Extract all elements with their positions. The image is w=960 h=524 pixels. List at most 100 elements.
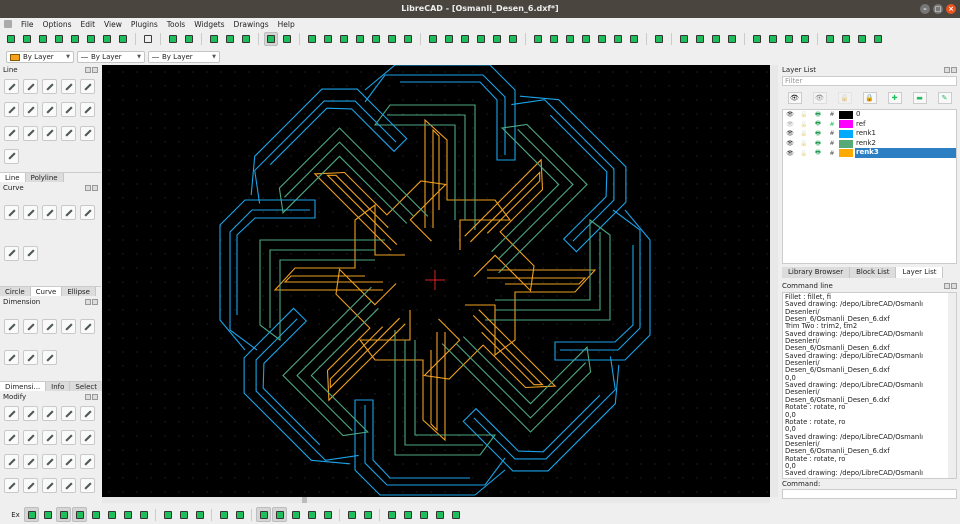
create-block-icon[interactable] bbox=[239, 32, 253, 46]
renk3-polyline[interactable] bbox=[423, 309, 557, 389]
block-icon[interactable] bbox=[223, 32, 237, 46]
view-3-icon[interactable] bbox=[288, 507, 303, 522]
float-icon[interactable] bbox=[85, 393, 91, 400]
arc-3points-button[interactable] bbox=[23, 205, 38, 220]
dim-angular-button[interactable] bbox=[23, 350, 38, 365]
command-history-scrollbar[interactable] bbox=[948, 293, 956, 478]
float-icon[interactable] bbox=[944, 282, 950, 289]
renk1-polyline[interactable] bbox=[364, 64, 516, 161]
tab-layer-list[interactable]: Layer List bbox=[896, 267, 944, 278]
snap-center-icon[interactable] bbox=[88, 507, 103, 522]
block-insert-icon[interactable] bbox=[432, 507, 447, 522]
renk2-polyline[interactable] bbox=[278, 127, 429, 224]
tab-library-browser[interactable]: Library Browser bbox=[782, 267, 851, 278]
linewidth-select[interactable]: By Layer ▼ bbox=[148, 51, 220, 63]
relative-zero-icon[interactable] bbox=[216, 507, 231, 522]
offset-button[interactable] bbox=[42, 454, 57, 469]
select-icon[interactable] bbox=[141, 32, 155, 46]
renk1-polyline[interactable] bbox=[473, 356, 616, 460]
freehand-button[interactable] bbox=[23, 245, 38, 261]
dimension-horizontal-icon[interactable] bbox=[709, 32, 723, 46]
print-icon[interactable]: 🖶 bbox=[811, 110, 825, 120]
dimension-aligned-icon[interactable] bbox=[693, 32, 707, 46]
mirror-button[interactable] bbox=[61, 406, 76, 421]
restrict-orthogonal-icon[interactable] bbox=[192, 507, 207, 522]
new-icon[interactable] bbox=[4, 32, 18, 46]
horizontal-scrollbar[interactable] bbox=[102, 497, 770, 503]
renk3-polyline[interactable] bbox=[430, 332, 438, 432]
trim-two-button[interactable] bbox=[61, 430, 76, 445]
close-icon[interactable] bbox=[92, 298, 98, 305]
menu-view[interactable]: View bbox=[104, 20, 122, 29]
save-as-icon[interactable] bbox=[68, 32, 82, 46]
insert-block-icon[interactable] bbox=[207, 32, 221, 46]
edit-layer-button[interactable]: ✎ bbox=[937, 92, 952, 104]
move-button[interactable] bbox=[4, 406, 19, 421]
ellipse-arc-button[interactable] bbox=[80, 205, 95, 220]
dimension-linear-icon[interactable] bbox=[677, 32, 691, 46]
drawing-canvas[interactable] bbox=[102, 64, 770, 497]
scroll-thumb[interactable] bbox=[302, 497, 307, 503]
open-icon[interactable] bbox=[36, 32, 50, 46]
menu-tools[interactable]: Tools bbox=[167, 20, 185, 29]
float-icon[interactable] bbox=[85, 66, 91, 73]
line-relative-angle-button[interactable] bbox=[80, 102, 95, 118]
point-icon[interactable] bbox=[448, 507, 463, 522]
print-icon[interactable]: 🖶 bbox=[811, 119, 825, 129]
dim-leader-button[interactable] bbox=[42, 350, 57, 365]
layer-row[interactable]: 👁 🔒 🖶 # ref bbox=[783, 120, 956, 130]
add-layer-button[interactable]: ✚ bbox=[887, 92, 902, 104]
tab-curve[interactable]: Curve bbox=[30, 287, 63, 296]
lock-relative-zero-icon[interactable] bbox=[652, 32, 666, 46]
print-icon[interactable]: 🖶 bbox=[811, 148, 825, 158]
line-tangent-circle-button[interactable] bbox=[4, 125, 19, 141]
snap-grid-icon[interactable] bbox=[442, 32, 456, 46]
eye-icon[interactable]: 👁 bbox=[783, 140, 797, 147]
renk3-polyline[interactable] bbox=[432, 128, 440, 228]
text-icon[interactable] bbox=[384, 507, 399, 522]
renk3-polyline[interactable] bbox=[326, 268, 406, 402]
draft-icon[interactable] bbox=[280, 32, 294, 46]
spline-button[interactable] bbox=[4, 245, 19, 261]
modify-rotate-icon[interactable] bbox=[839, 32, 853, 46]
eye-icon[interactable]: 👁 bbox=[783, 111, 797, 118]
dim-aligned-button[interactable] bbox=[4, 319, 19, 334]
scale-button[interactable] bbox=[42, 406, 57, 421]
renk1-polyline[interactable] bbox=[219, 199, 316, 351]
print-preview-icon[interactable] bbox=[116, 32, 130, 46]
snap-middle-icon[interactable] bbox=[104, 507, 119, 522]
renk1-polyline[interactable] bbox=[254, 100, 397, 204]
modify-scale-icon[interactable] bbox=[855, 32, 869, 46]
dimension-leader-icon[interactable] bbox=[750, 32, 764, 46]
line-2points-button[interactable] bbox=[4, 79, 19, 94]
show-all-layers-button[interactable]: 👁 bbox=[787, 92, 802, 104]
entity-text-button[interactable] bbox=[80, 478, 95, 493]
trim-button[interactable] bbox=[42, 430, 57, 445]
line-parallel-button[interactable] bbox=[23, 102, 38, 118]
zoom-out-icon[interactable] bbox=[337, 32, 351, 46]
polygon-2-corners-button[interactable] bbox=[4, 148, 19, 164]
minimize-button[interactable]: – bbox=[920, 4, 930, 14]
view-5-icon[interactable] bbox=[320, 507, 335, 522]
line-horizontal-button[interactable] bbox=[42, 79, 57, 94]
renk1-polyline[interactable] bbox=[462, 364, 620, 472]
lock-all-button[interactable]: 🔒 bbox=[862, 92, 877, 104]
line-vertical-button[interactable] bbox=[61, 79, 76, 94]
renk2-polyline[interactable] bbox=[498, 129, 574, 260]
tab-dimensi[interactable]: Dimensi... bbox=[0, 382, 47, 391]
polygon-center-corner-button[interactable] bbox=[61, 125, 76, 141]
dimension-angular-icon[interactable] bbox=[766, 32, 780, 46]
layer-filter-input[interactable]: Filter bbox=[782, 76, 957, 86]
remove-layer-button[interactable]: ▬ bbox=[912, 92, 927, 104]
float-icon[interactable] bbox=[85, 298, 91, 305]
image-icon[interactable] bbox=[416, 507, 431, 522]
menu-widgets[interactable]: Widgets bbox=[194, 20, 224, 29]
eye-icon[interactable]: 👁 bbox=[783, 130, 797, 137]
menu-options[interactable]: Options bbox=[43, 20, 72, 29]
zoom-redraw-icon[interactable] bbox=[305, 32, 319, 46]
restrict-horizontal-icon[interactable] bbox=[160, 507, 175, 522]
layer-row[interactable]: 👁 🔒 🖶 # renk2 bbox=[783, 139, 956, 149]
view-1-icon[interactable] bbox=[256, 507, 271, 522]
vertical-scrollbar[interactable] bbox=[770, 65, 778, 497]
view-4-icon[interactable] bbox=[304, 507, 319, 522]
